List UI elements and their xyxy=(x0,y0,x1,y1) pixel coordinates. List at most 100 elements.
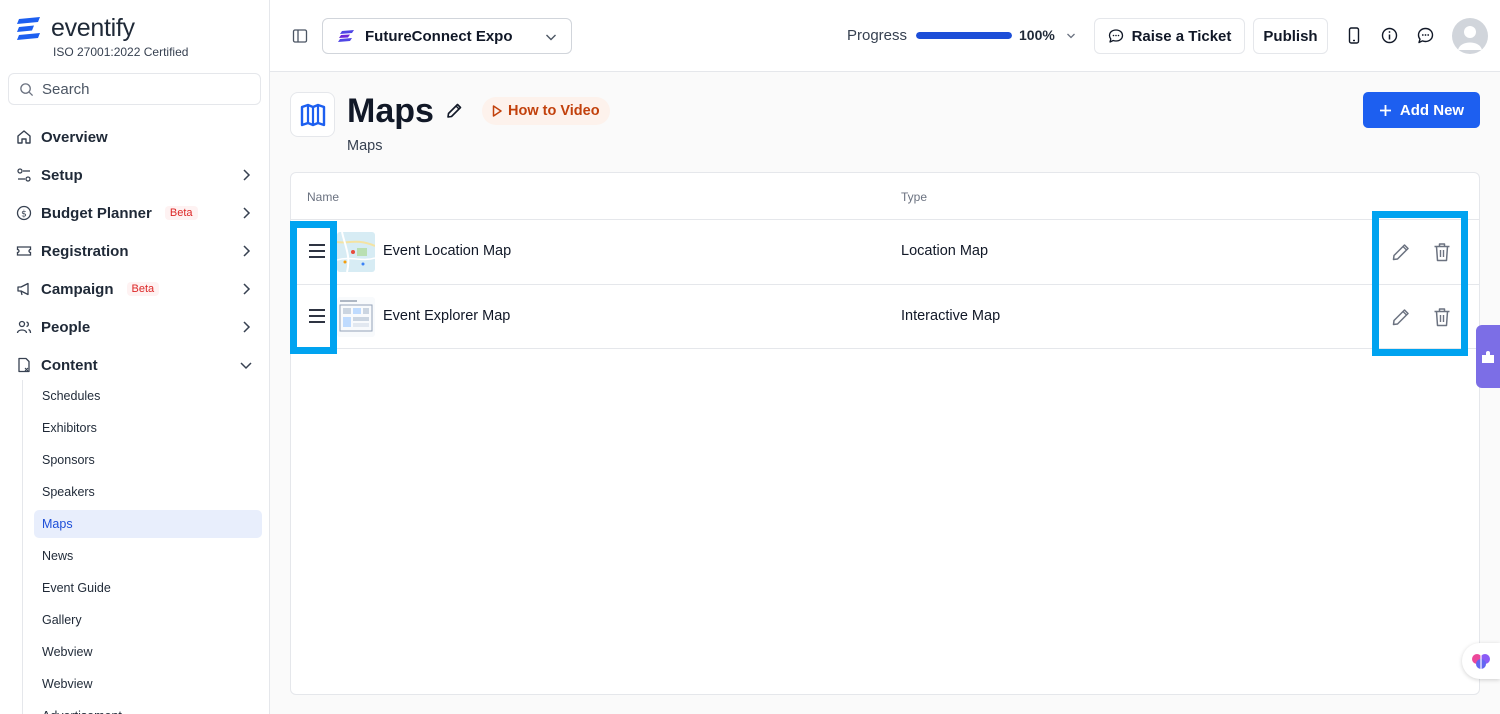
add-new-button[interactable]: Add New xyxy=(1363,92,1480,128)
top-bar: FutureConnect Expo Progress 100% Raise a… xyxy=(270,0,1500,72)
progress-value: 100% xyxy=(1019,27,1055,43)
sidebar: eventify ISO 27001:2022 Certified Search… xyxy=(0,0,270,714)
chevron-right-icon xyxy=(243,321,251,333)
chevron-down-icon xyxy=(546,34,556,41)
table-row[interactable]: Event Explorer Map Interactive Map xyxy=(291,284,1479,349)
people-icon xyxy=(16,320,32,334)
raise-ticket-label: Raise a Ticket xyxy=(1131,27,1232,45)
column-header-name: Name xyxy=(307,190,340,204)
chevron-right-icon xyxy=(243,283,251,295)
sidebar-item-people[interactable]: People xyxy=(8,310,261,344)
map-type: Interactive Map xyxy=(901,308,1001,324)
row-actions-highlight-box xyxy=(1372,211,1468,356)
raise-ticket-button[interactable]: Raise a Ticket xyxy=(1094,18,1245,54)
sidebar-item-registration[interactable]: Registration xyxy=(8,234,261,268)
eventify-logo-icon xyxy=(17,17,40,40)
page-subtitle: Maps xyxy=(347,138,383,154)
ticket-icon xyxy=(16,246,32,256)
maps-page-icon xyxy=(290,92,335,137)
megaphone-icon xyxy=(17,282,29,296)
submenu-item-speakers[interactable]: Speakers xyxy=(34,478,262,506)
sidebar-item-content[interactable]: Content xyxy=(8,348,261,382)
sidebar-item-setup[interactable]: Setup xyxy=(8,158,261,192)
map-name: Event Location Map xyxy=(383,243,512,259)
home-icon xyxy=(17,130,31,144)
drag-handles-highlight-box xyxy=(290,221,337,354)
page-title: Maps xyxy=(347,92,434,130)
sidebar-item-label: People xyxy=(41,318,91,336)
submenu-item-event-guide[interactable]: Event Guide xyxy=(34,574,262,602)
chat-icon[interactable] xyxy=(1417,27,1434,44)
chevron-right-icon xyxy=(243,207,251,219)
beta-badge: Beta xyxy=(164,206,198,220)
chevron-down-icon[interactable] xyxy=(1066,31,1076,41)
map-thumbnail xyxy=(337,297,375,337)
event-selector[interactable]: FutureConnect Expo xyxy=(322,18,572,54)
table-row[interactable]: Event Location Map Location Map xyxy=(291,219,1479,284)
dollar-circle-icon: $ xyxy=(16,205,32,221)
chevron-down-icon xyxy=(240,362,252,370)
sidebar-item-label: Setup xyxy=(41,166,83,184)
sidebar-item-budget-planner[interactable]: $ Budget Planner Beta xyxy=(8,196,261,230)
beta-badge: Beta xyxy=(126,282,160,296)
svg-text:$: $ xyxy=(21,210,27,220)
chevron-right-icon xyxy=(243,245,251,257)
info-icon[interactable] xyxy=(1381,27,1398,44)
play-icon xyxy=(492,105,502,117)
submenu-item-news[interactable]: News xyxy=(34,542,262,570)
sidebar-item-label: Content xyxy=(41,356,98,374)
chat-bubble-icon xyxy=(1108,29,1123,43)
user-icon xyxy=(1458,26,1482,50)
map-icon xyxy=(300,103,325,126)
maps-table: Name Type Event Location Map Location Ma… xyxy=(290,172,1480,695)
how-to-video-label: How to Video xyxy=(508,103,600,119)
brand-name: eventify xyxy=(51,14,135,42)
plus-icon xyxy=(1379,104,1391,116)
submenu-item-webview[interactable]: Webview xyxy=(34,638,262,666)
progress-bar xyxy=(916,32,1012,39)
certification-text: ISO 27001:2022 Certified xyxy=(53,45,189,59)
submenu-item-sponsors[interactable]: Sponsors xyxy=(34,446,262,474)
sidebar-item-label: Campaign xyxy=(41,280,114,298)
explorer-map-thumbnail-image xyxy=(337,297,375,337)
map-type: Location Map xyxy=(901,243,989,259)
sidebar-item-label: Registration xyxy=(41,242,129,260)
add-new-label: Add New xyxy=(1399,101,1465,119)
sidebar-item-overview[interactable]: Overview xyxy=(8,120,261,154)
submenu-item-gallery[interactable]: Gallery xyxy=(34,606,262,634)
sidebar-toggle-icon[interactable] xyxy=(292,28,308,44)
submenu-item-maps[interactable]: Maps xyxy=(34,510,262,538)
sidebar-item-label: Overview xyxy=(41,128,108,146)
publish-label: Publish xyxy=(1263,27,1318,45)
search-input[interactable]: Search xyxy=(8,73,261,105)
progress-bar-fill xyxy=(916,32,1012,39)
submenu-item-webview-2[interactable]: Webview xyxy=(34,670,262,698)
event-logo-icon xyxy=(338,30,354,42)
document-icon xyxy=(18,357,30,373)
brand-logo[interactable]: eventify xyxy=(16,14,135,42)
column-header-type: Type xyxy=(901,190,928,204)
brain-icon xyxy=(1472,654,1490,669)
map-thumbnail xyxy=(337,232,375,272)
puzzle-icon xyxy=(1482,350,1494,363)
map-name: Event Explorer Map xyxy=(383,308,511,324)
content-submenu: Schedules Exhibitors Sponsors Speakers M… xyxy=(22,380,262,714)
publish-button[interactable]: Publish xyxy=(1253,18,1328,54)
search-icon xyxy=(20,82,34,96)
user-avatar[interactable] xyxy=(1452,18,1488,54)
chevron-right-icon xyxy=(243,169,251,181)
sidebar-item-label: Budget Planner xyxy=(41,204,152,222)
location-map-thumbnail-image xyxy=(337,232,375,272)
how-to-video-button[interactable]: How to Video xyxy=(482,97,610,125)
submenu-item-advertisement[interactable]: Advertisement xyxy=(34,702,262,714)
progress-label: Progress xyxy=(847,27,908,44)
search-placeholder: Search xyxy=(42,80,90,98)
ai-assistant-widget[interactable] xyxy=(1462,643,1500,679)
sidebar-item-campaign[interactable]: Campaign Beta xyxy=(8,272,261,306)
submenu-item-exhibitors[interactable]: Exhibitors xyxy=(34,414,262,442)
mobile-icon[interactable] xyxy=(1346,27,1362,44)
feedback-widget-tab[interactable] xyxy=(1476,325,1500,388)
settings-sliders-icon xyxy=(17,168,31,182)
edit-title-pencil-icon[interactable] xyxy=(446,102,463,119)
submenu-item-schedules[interactable]: Schedules xyxy=(34,382,262,410)
